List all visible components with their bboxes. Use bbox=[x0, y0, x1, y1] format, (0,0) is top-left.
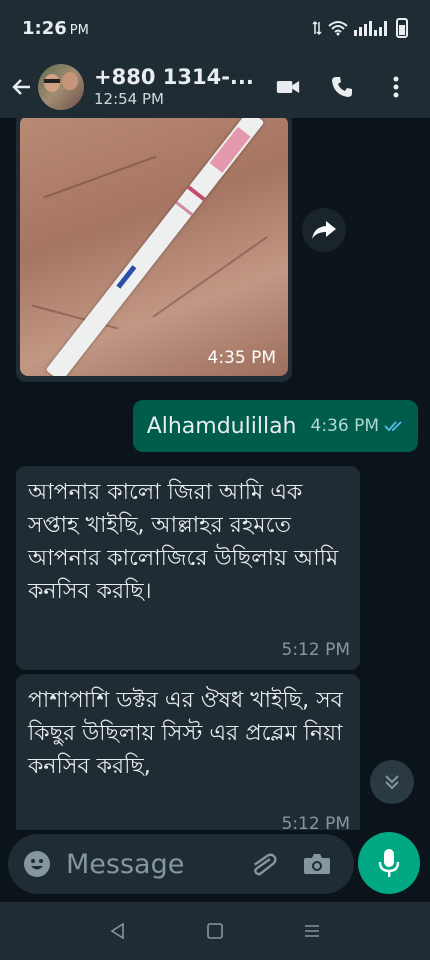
image-message[interactable]: 4:35 PM bbox=[16, 118, 292, 382]
message-text: Alhamdulillah bbox=[146, 413, 297, 439]
chevrons-down-icon bbox=[385, 775, 399, 790]
message-time: 5:12 PM bbox=[281, 640, 351, 660]
message-input-box[interactable]: Message bbox=[8, 834, 354, 894]
video-call-button[interactable] bbox=[276, 75, 300, 99]
more-vert-icon bbox=[393, 76, 399, 98]
voice-call-button[interactable] bbox=[330, 75, 354, 99]
data-arrows-icon bbox=[312, 20, 322, 36]
wifi-icon bbox=[328, 21, 348, 36]
chat-header: +880 1314-... 12:54 PM bbox=[0, 56, 430, 118]
photo-detail bbox=[152, 236, 268, 318]
status-time-value: 1:26 bbox=[22, 17, 67, 39]
header-actions bbox=[276, 75, 408, 99]
incoming-message[interactable]: আপনার কালো জিরা আমি এক সপ্তাহ খাইছি, আল্… bbox=[16, 466, 360, 670]
phone-icon bbox=[332, 77, 352, 97]
nav-recents-button[interactable] bbox=[297, 916, 327, 946]
status-bar: 1:26 PM bbox=[0, 0, 430, 56]
signal-icon bbox=[354, 21, 387, 36]
photo-detail bbox=[43, 155, 157, 199]
message-meta: 4:36 PM bbox=[311, 416, 405, 436]
message-time: 5:12 PM bbox=[281, 814, 351, 830]
video-call-icon bbox=[276, 81, 300, 93]
avatar[interactable] bbox=[38, 64, 84, 110]
triangle-back-icon bbox=[110, 922, 125, 940]
outgoing-message[interactable]: Alhamdulillah 4:36 PM bbox=[132, 400, 418, 452]
avatar-face bbox=[44, 74, 60, 92]
system-navigation-bar bbox=[0, 902, 430, 960]
message-text: আপনার কালো জিরা আমি এক সপ্তাহ খাইছি, আল্… bbox=[28, 480, 339, 604]
battery-icon bbox=[396, 18, 408, 38]
test-strip-handle bbox=[209, 126, 251, 173]
emoji-icon bbox=[24, 851, 50, 877]
double-check-icon bbox=[384, 421, 402, 432]
message-time: 4:36 PM bbox=[310, 416, 380, 436]
nav-back-button[interactable] bbox=[103, 916, 133, 946]
test-strip-marker bbox=[116, 265, 137, 289]
square-home-icon bbox=[207, 923, 223, 939]
message-input[interactable]: Message bbox=[66, 849, 246, 880]
more-options-button[interactable] bbox=[384, 75, 408, 99]
chat-area[interactable]: 4:35 PM Alhamdulillah 4:36 PM আপনার কালো… bbox=[0, 118, 430, 830]
camera-icon bbox=[304, 854, 330, 874]
nav-home-button[interactable] bbox=[200, 916, 230, 946]
test-strip-line bbox=[175, 201, 194, 216]
menu-lines-icon bbox=[304, 925, 319, 937]
avatar-glasses bbox=[44, 79, 60, 83]
camera-button[interactable] bbox=[300, 849, 334, 879]
mic-icon bbox=[378, 849, 400, 877]
emoji-button[interactable] bbox=[22, 849, 52, 879]
incoming-message[interactable]: পাশাপাশি ডক্টর এর ঔষধ খাইছি, সব কিছুর উছ… bbox=[16, 674, 360, 830]
composer: Message bbox=[0, 830, 430, 902]
attach-button[interactable] bbox=[246, 849, 280, 879]
status-time-ampm: PM bbox=[69, 22, 89, 38]
message-text: পাশাপাশি ডক্টর এর ঔষধ খাইছি, সব কিছুর উছ… bbox=[28, 688, 343, 779]
test-strip-line bbox=[187, 185, 206, 201]
forward-button[interactable] bbox=[302, 208, 346, 252]
status-time: 1:26 PM bbox=[22, 18, 89, 39]
voice-message-button[interactable] bbox=[358, 832, 420, 894]
paperclip-icon bbox=[254, 853, 277, 876]
scroll-to-bottom-button[interactable] bbox=[370, 760, 414, 804]
message-time: 4:35 PM bbox=[207, 348, 277, 368]
status-icons bbox=[312, 18, 408, 38]
back-button[interactable] bbox=[2, 75, 42, 99]
arrow-left-icon bbox=[12, 79, 30, 95]
contact-name: +880 1314-... bbox=[94, 65, 254, 89]
contact-last-seen: 12:54 PM bbox=[94, 90, 164, 108]
avatar-face bbox=[62, 72, 78, 90]
forward-icon bbox=[312, 221, 336, 239]
contact-info[interactable]: +880 1314-... 12:54 PM bbox=[94, 65, 276, 109]
pregnancy-test-photo[interactable]: 4:35 PM bbox=[20, 118, 288, 376]
